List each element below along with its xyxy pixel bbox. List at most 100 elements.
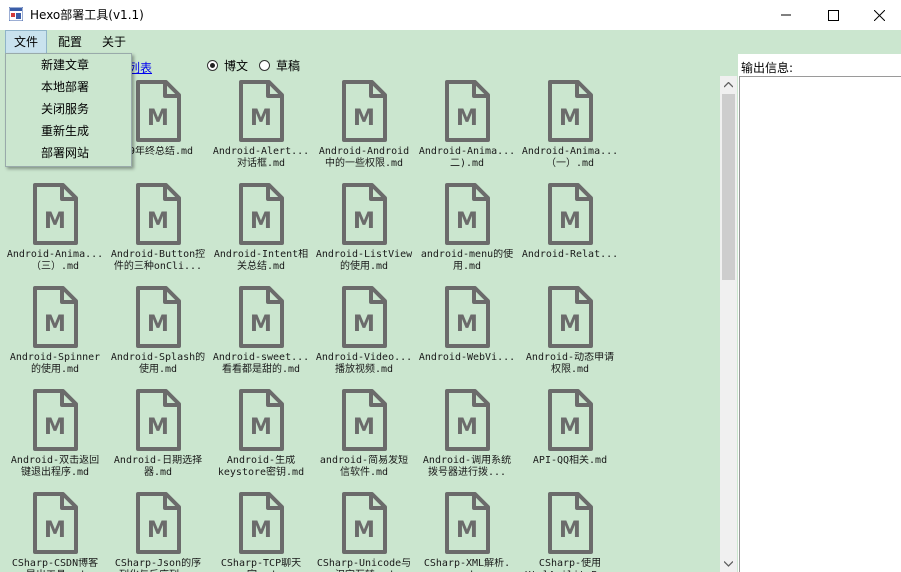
file-icon-letter: M: [147, 518, 169, 543]
scroll-up-button[interactable]: [720, 76, 737, 93]
menu-item-stop-server[interactable]: 关闭服务: [41, 98, 89, 120]
menu-item-regenerate[interactable]: 重新生成: [41, 120, 89, 142]
file-item[interactable]: M Android-Android 中的一些权限.md: [313, 80, 415, 180]
scroll-thumb[interactable]: [722, 94, 735, 280]
file-item[interactable]: M Android-Anima... 二).md: [416, 80, 518, 180]
file-item[interactable]: M Android-生成 keystore密钥.md: [210, 389, 312, 489]
file-name: API-QQ相关.md: [532, 455, 608, 466]
file-item[interactable]: M CSharp-TCP聊天 室.md: [210, 492, 312, 572]
markdown-file-icon: M: [342, 286, 387, 348]
radio-posts[interactable]: 博文: [207, 57, 248, 73]
file-item[interactable]: M Android-Button控 件的三种onCli...: [107, 183, 209, 283]
file-icon-letter: M: [353, 209, 375, 234]
menu-item-deploy-site[interactable]: 部署网站: [41, 142, 89, 164]
file-icon-letter: M: [147, 209, 169, 234]
radio-drafts-indicator: [259, 59, 270, 71]
file-item[interactable]: M CSharp-CSDN博客 导出工具.md: [4, 492, 106, 572]
file-name: Android-Spinner 的使用.md: [9, 352, 101, 375]
file-list-scrollbar[interactable]: [720, 76, 737, 572]
maximize-button[interactable]: [810, 0, 856, 30]
markdown-file-icon: M: [33, 492, 78, 554]
file-name: Android-Relat...: [521, 249, 619, 260]
file-item[interactable]: M Android-sweet... 看看都是甜的.md: [210, 286, 312, 386]
minimize-button[interactable]: [763, 0, 809, 30]
file-name: Android-动态申请 权限.md: [525, 352, 615, 375]
file-item[interactable]: M Android-调用系统 拨号器进行拨...: [416, 389, 518, 489]
output-textbox[interactable]: [739, 76, 901, 572]
markdown-file-icon: M: [445, 492, 490, 554]
file-item[interactable]: M Android-WebVi...: [416, 286, 518, 386]
markdown-file-icon: M: [239, 492, 284, 554]
file-name: Android-Button控 件的三种onCli...: [110, 249, 206, 272]
file-item[interactable]: M Android-Intent相 关总结.md: [210, 183, 312, 283]
close-icon: [873, 9, 885, 21]
file-name: Android-Android 中的一些权限.md: [318, 146, 410, 169]
markdown-file-icon: M: [136, 492, 181, 554]
close-button[interactable]: [856, 0, 901, 30]
file-name: Android-生成 keystore密钥.md: [217, 455, 305, 478]
menu-config[interactable]: 配置: [50, 30, 90, 54]
radio-posts-label: 博文: [224, 58, 249, 73]
markdown-file-icon: M: [445, 80, 490, 142]
file-item[interactable]: Mandroid-简易发短 信软件.md: [313, 389, 415, 489]
file-icon-letter: M: [353, 518, 375, 543]
file-name: Android-WebVi...: [418, 352, 516, 363]
markdown-file-icon: M: [342, 389, 387, 451]
file-icon-letter: M: [559, 106, 581, 131]
menu-item-local-deploy[interactable]: 本地部署: [41, 76, 89, 98]
radio-drafts[interactable]: 草稿: [259, 57, 300, 73]
markdown-file-icon: M: [239, 389, 284, 451]
file-name: Android-调用系统 拨号器进行拨...: [422, 455, 512, 478]
file-icon-letter: M: [44, 518, 66, 543]
file-icon-letter: M: [44, 415, 66, 440]
menu-about[interactable]: 关于: [94, 30, 134, 54]
minimize-icon: [781, 14, 791, 16]
file-menu-dropdown: 新建文章 本地部署 关闭服务 重新生成 部署网站: [5, 53, 132, 167]
file-icon-letter: M: [250, 312, 272, 337]
file-name: Android-Anima... （一）.md: [521, 146, 619, 169]
menu-bar: 文件 配置 关于: [0, 30, 901, 54]
file-icon-letter: M: [559, 209, 581, 234]
file-item[interactable]: M Android-Anima... （三）.md: [4, 183, 106, 283]
menu-file[interactable]: 文件: [5, 30, 47, 54]
menu-item-new-post[interactable]: 新建文章: [41, 54, 89, 76]
file-item[interactable]: M CSharp-Unicode与 汉字互转.md: [313, 492, 415, 572]
file-item[interactable]: M Android-ListView 的使用.md: [313, 183, 415, 283]
file-item[interactable]: M Android-Spinner 的使用.md: [4, 286, 106, 386]
file-item[interactable]: M Android-动态申请 权限.md: [519, 286, 621, 386]
file-name: android-menu的使 用.md: [420, 249, 514, 272]
file-item[interactable]: M Android-Video... 播放视频.md: [313, 286, 415, 386]
file-item[interactable]: M CSharp-Json的序 列化与反序列...: [107, 492, 209, 572]
file-icon-letter: M: [147, 106, 169, 131]
file-icon-letter: M: [353, 106, 375, 131]
file-item[interactable]: M Android-Relat...: [519, 183, 621, 283]
title-bar: Hexo部署工具(v1.1): [0, 0, 901, 30]
markdown-file-icon: M: [33, 389, 78, 451]
file-item[interactable]: M Android-Alert... 对话框.md: [210, 80, 312, 180]
chevron-down-icon: [724, 560, 733, 567]
file-icon-letter: M: [250, 209, 272, 234]
file-item[interactable]: M Android-Anima... （一）.md: [519, 80, 621, 180]
file-item[interactable]: M Android-双击返回 键退出程序.md: [4, 389, 106, 489]
file-name: Android-ListView 的使用.md: [315, 249, 413, 272]
markdown-file-icon: M: [239, 286, 284, 348]
scroll-down-button[interactable]: [720, 555, 737, 572]
file-name: Android-Anima... （三）.md: [6, 249, 104, 272]
file-icon-letter: M: [44, 209, 66, 234]
file-item[interactable]: M Android-日期选择 器.md: [107, 389, 209, 489]
window-title: Hexo部署工具(v1.1): [30, 8, 144, 22]
file-item[interactable]: M API-QQ相关.md: [519, 389, 621, 489]
file-item[interactable]: Mandroid-menu的使 用.md: [416, 183, 518, 283]
file-name: CSharp-Json的序 列化与反序列...: [114, 558, 202, 572]
file-item[interactable]: M CSharp-XML解析. md: [416, 492, 518, 572]
markdown-file-icon: M: [445, 183, 490, 245]
file-icon-letter: M: [559, 312, 581, 337]
file-name: Android-Intent相 关总结.md: [213, 249, 309, 272]
file-icon-letter: M: [456, 518, 478, 543]
file-item[interactable]: M CSharp-使用 HtmlAgilityP...: [519, 492, 621, 572]
markdown-file-icon: M: [33, 286, 78, 348]
file-item[interactable]: M Android-Splash的 使用.md: [107, 286, 209, 386]
markdown-file-icon: M: [136, 286, 181, 348]
file-icon-letter: M: [456, 209, 478, 234]
file-name: CSharp-使用 HtmlAgilityP...: [525, 558, 615, 572]
